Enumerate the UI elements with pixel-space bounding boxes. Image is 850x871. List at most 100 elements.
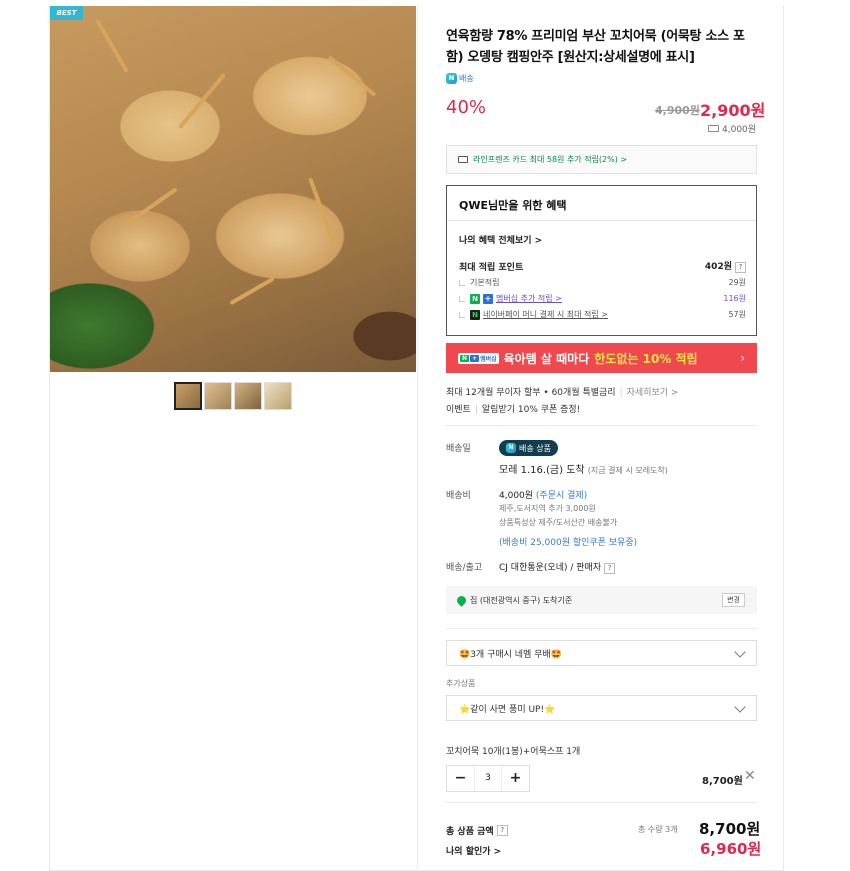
section-divider [446, 628, 757, 629]
naver-delivery-icon: N [446, 73, 457, 84]
installment-line: 최대 12개월 무이자 할부 • 60개월 특별금리 | 자세히보기 > [446, 388, 679, 398]
tree-branch-icon [459, 295, 465, 302]
benefit-naverpay-label[interactable]: 네이버페이 머니 결제 시 최대 적립 > [483, 309, 608, 320]
location-pin-icon [455, 593, 468, 607]
address-text: 집 (대전광역시 중구) 도착기준 [470, 595, 573, 605]
total-count: 총 수량 3개 [638, 825, 678, 834]
option-select-value: 🤩3개 구매시 네멤 무배🤩 [459, 649, 562, 660]
delivery-tag: N 배송 [446, 73, 757, 84]
promo-banner[interactable]: N + 멤버십 육아템 살 때마다 한도없는 10% 적립 › [446, 343, 757, 373]
benefit-membership-label[interactable]: 멤버십 추가 적립 > [496, 293, 562, 304]
column-divider [417, 5, 418, 871]
benefit-membership-row[interactable]: N + 멤버십 추가 적립 > 116원 [459, 293, 746, 304]
product-title: 연육함량 78% 프리미엄 부산 꼬치어묵 (어묵탕 소스 포함) 오뎅탕 캠핑… [446, 29, 745, 65]
chevron-down-icon [734, 701, 746, 713]
benefit-naverpay-value: 57원 [728, 310, 746, 319]
delivery-pill: N 배송 상품 [499, 440, 558, 456]
thumbnail-4[interactable] [264, 382, 292, 410]
shipping-coupon[interactable]: (배송비 25,000원 할인쿠폰 보유중) [499, 535, 637, 548]
card-offer-text: 라인프렌즈 카드 최대 58원 추가 적립(2%) > [473, 155, 628, 164]
addon-select[interactable]: ⭐같이 사면 풍미 UP!⭐ [446, 695, 757, 721]
delivery-date-label: 배송일 [446, 444, 471, 454]
membership-badge: N + 멤버십 [458, 352, 499, 364]
shipping-fee-detail: 4,000원 (주문시 결제) [499, 488, 587, 501]
item-line-price: 8,700원 [702, 776, 743, 787]
delivery-tag-label: 배송 [459, 74, 474, 83]
product-main-image[interactable] [50, 6, 416, 372]
total-price: 8,700원 [699, 820, 761, 838]
benefit-box: QWE님만을 위한 혜택 나의 혜택 전체보기 > 최대 적립 포인트 402원… [446, 185, 757, 336]
arrival-note: (지금 결제 시 모레도착) [587, 466, 668, 475]
membership-badge-n: N [460, 354, 470, 362]
naver-delivery-icon: N [506, 443, 516, 453]
installment-detail-link[interactable]: 자세히보기 > [627, 388, 679, 398]
tree-branch-icon [459, 279, 465, 286]
chevron-right-icon: › [740, 351, 745, 365]
naverpay-icon: N [470, 309, 480, 320]
quantity-stepper: − 3 + [446, 765, 530, 792]
addon-select-value: ⭐같이 사면 풍미 UP!⭐ [459, 704, 556, 715]
decrease-quantity-button[interactable]: − [447, 766, 474, 791]
remove-item-icon[interactable]: ✕ [744, 768, 756, 784]
delivery-pill-label: 배송 상품 [519, 443, 551, 453]
address-box: 집 (대전광역시 중구) 도착기준 변경 [446, 586, 757, 614]
event-label: 이벤트 [446, 405, 471, 415]
shipping-fee-value: 4,000원 [722, 125, 757, 135]
help-icon[interactable]: ? [604, 563, 616, 574]
increase-quantity-button[interactable]: + [502, 766, 529, 791]
change-address-button[interactable]: 변경 [722, 593, 745, 607]
benefit-divider [447, 220, 756, 221]
help-icon[interactable]: ? [496, 825, 508, 836]
event-line: 이벤트 | 알림받기 10% 쿠폰 증정! [446, 405, 581, 415]
section-divider [446, 802, 757, 803]
shipping-fee-amount: 4,000원 [499, 491, 534, 501]
addon-label: 추가상품 [446, 679, 476, 688]
benefit-membership-value: 116원 [723, 294, 746, 303]
benefit-basic-label: 기본적립 [470, 278, 500, 287]
benefit-view-all-link[interactable]: 나의 혜택 전체보기 > [459, 233, 542, 246]
shipping-fee-label: 배송비 [446, 491, 471, 501]
tree-branch-icon [459, 311, 465, 318]
carrier-label: 배송/출고 [446, 563, 483, 573]
carrier-name: CJ 대한통운(오네) / 판매자 [499, 563, 602, 573]
shipping-extra-2: 상품특성상 제주/도서산간 배송불가 [499, 518, 618, 527]
benefit-max-row: 최대 적립 포인트 402원? [459, 259, 746, 273]
discount-rate: 40% [446, 97, 487, 118]
thumbnail-1[interactable] [174, 382, 202, 410]
benefit-naverpay-row[interactable]: N 네이버페이 머니 결제 시 최대 적립 > 57원 [459, 309, 746, 320]
arrival-info: 모레 1.16.(금) 도착 (지금 결제 시 모레도착) [499, 461, 668, 476]
thumbnail-strip [174, 382, 292, 410]
truck-icon [708, 125, 719, 132]
membership-badge-plus: + [470, 354, 480, 362]
promo-highlight: 한도없는 10% 적립 [594, 351, 698, 366]
total-label-text: 총 상품 금액 [446, 827, 494, 837]
benefit-max-value: 402원 [704, 262, 732, 272]
naver-n-icon: N [470, 293, 480, 304]
benefit-basic-row: 기본적립 29원 [459, 277, 746, 288]
my-discount-price: 6,960원 [700, 840, 762, 858]
plus-icon: + [483, 293, 493, 304]
card-offer[interactable]: 라인프렌즈 카드 최대 58원 추가 적립(2%) > [446, 145, 757, 174]
help-icon[interactable]: ? [735, 262, 746, 273]
my-discount-link[interactable]: 나의 할인가 > [446, 844, 501, 857]
membership-badge-text: 멤버십 [480, 355, 497, 363]
benefit-title: QWE님만을 위한 혜택 [459, 199, 567, 212]
sale-price: 2,900원 [700, 101, 766, 120]
best-badge: BEST [50, 6, 83, 20]
shipping-extra-1: 제주,도서지역 추가 3,000원 [499, 504, 596, 513]
chevron-down-icon [734, 646, 746, 658]
total-label: 총 상품 금액? [446, 824, 508, 837]
quantity-value[interactable]: 3 [474, 766, 502, 791]
thumbnail-3[interactable] [234, 382, 262, 410]
shipping-fee-note: (주문시 결제) [535, 491, 588, 501]
selected-item-name: 꼬치어묵 10개(1봉)+어묵스프 1개 [446, 747, 581, 757]
shipping-fee-summary: 4,000원 [708, 122, 756, 135]
installment-text: 최대 12개월 무이자 할부 • 60개월 특별금리 [446, 388, 616, 398]
original-price: 4,900원 [655, 104, 700, 117]
thumbnail-2[interactable] [204, 382, 232, 410]
event-text: 알림받기 10% 쿠폰 증정! [481, 405, 581, 415]
promo-text: 육아템 살 때마다 [503, 351, 590, 366]
option-select[interactable]: 🤩3개 구매시 네멤 무배🤩 [446, 640, 757, 666]
section-divider [446, 425, 757, 426]
card-icon [458, 156, 468, 163]
